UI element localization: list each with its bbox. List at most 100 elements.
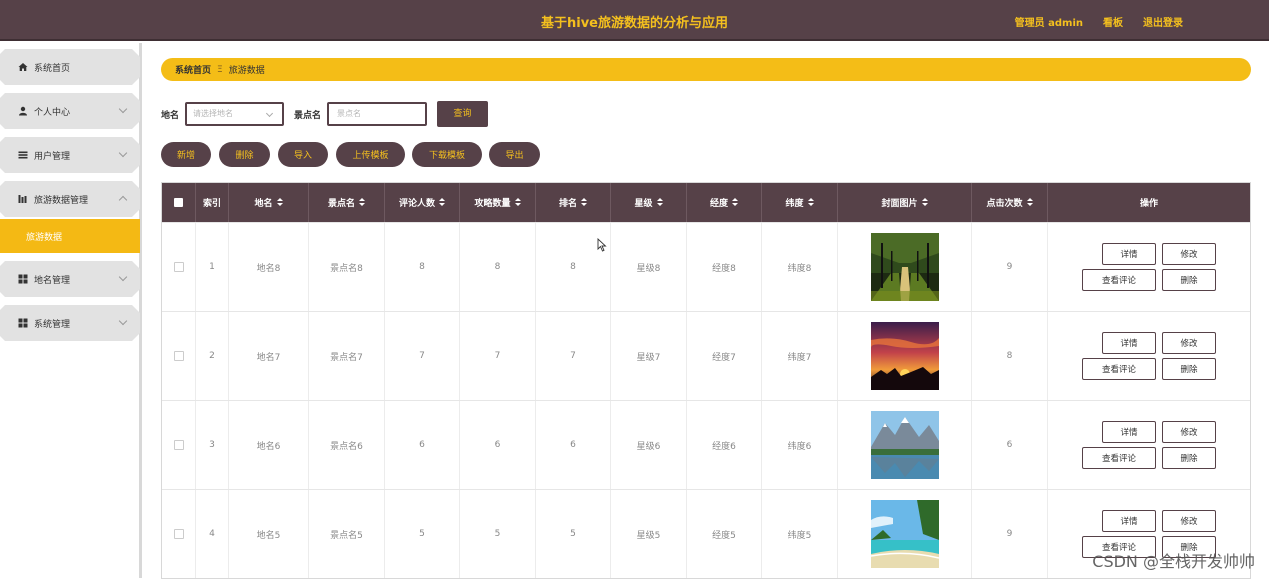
sort-icon[interactable]: [1026, 198, 1033, 207]
sidebar-item-travel-data[interactable]: 旅游数据管理: [0, 181, 140, 217]
cell-lat: 纬度5: [762, 490, 838, 578]
submenu-travel-data[interactable]: 旅游数据: [0, 219, 140, 253]
user-icon: [18, 106, 28, 116]
sort-icon[interactable]: [921, 198, 928, 207]
edit-button[interactable]: 修改: [1162, 510, 1216, 532]
table-row: 2 地名7 景点名7 7 7 7 星级7 经度7 纬度7 8 详情 修改 查看评论 删除: [162, 311, 1250, 400]
cell-image: [838, 223, 972, 311]
cell-ops: 详情 修改 查看评论 删除: [1048, 401, 1250, 489]
row-delete-button[interactable]: 删除: [1162, 447, 1216, 469]
place-select[interactable]: 请选择地名: [185, 102, 285, 126]
col-clicks[interactable]: 点击次数: [972, 183, 1048, 222]
cell-spot: 景点名7: [309, 312, 385, 400]
col-rank[interactable]: 排名: [536, 183, 611, 222]
detail-button[interactable]: 详情: [1102, 421, 1156, 443]
sidebar-item-users[interactable]: 用户管理: [0, 137, 140, 173]
cell-comments: 5: [385, 490, 460, 578]
breadcrumb-home[interactable]: 系统首页: [175, 63, 211, 76]
chevron-down-icon: [118, 316, 128, 326]
detail-button[interactable]: 详情: [1102, 332, 1156, 354]
grid-icon: [18, 274, 28, 284]
sort-icon[interactable]: [439, 198, 445, 207]
logout-link[interactable]: 退出登录: [1143, 14, 1183, 29]
col-spot[interactable]: 景点名: [309, 183, 385, 222]
download-template-button[interactable]: 下载模板: [412, 142, 482, 167]
detail-button[interactable]: 详情: [1102, 243, 1156, 265]
cell-image: [838, 401, 972, 489]
sidebar-item-system[interactable]: 系统管理: [0, 305, 140, 341]
sort-icon[interactable]: [514, 198, 521, 207]
chevron-down-icon: [118, 104, 128, 114]
col-image[interactable]: 封面图片: [838, 183, 972, 222]
cover-image[interactable]: [870, 233, 939, 301]
chevron-down-icon: [118, 272, 128, 282]
cell-place: 地名7: [229, 312, 309, 400]
col-place[interactable]: 地名: [229, 183, 309, 222]
cell-ops: 详情 修改 查看评论 删除: [1048, 223, 1250, 311]
breadcrumb-separator: Ξ: [217, 64, 223, 75]
edit-button[interactable]: 修改: [1162, 421, 1216, 443]
query-button[interactable]: 查询: [437, 101, 489, 127]
col-lng[interactable]: 经度: [687, 183, 762, 222]
cell-guides: 5: [460, 490, 536, 578]
col-comments[interactable]: 评论人数: [385, 183, 460, 222]
table-row: 3 地名6 景点名6 6 6 6 星级6 经度6 纬度6 6 详情 修改 查看评论 删除: [162, 400, 1250, 489]
row-checkbox[interactable]: [173, 440, 184, 450]
cover-image[interactable]: [870, 500, 939, 568]
cover-image[interactable]: [870, 322, 939, 390]
row-checkbox[interactable]: [173, 262, 184, 272]
export-button[interactable]: 导出: [489, 142, 540, 167]
view-comments-button[interactable]: 查看评论: [1082, 358, 1156, 380]
spot-label: 景点名: [294, 110, 322, 121]
sort-icon[interactable]: [581, 198, 587, 207]
select-all-checkbox[interactable]: [174, 198, 183, 207]
view-comments-button[interactable]: 查看评论: [1082, 269, 1156, 291]
edit-button[interactable]: 修改: [1162, 243, 1216, 265]
dashboard-link[interactable]: 看板: [1103, 14, 1123, 29]
add-button[interactable]: 新增: [161, 142, 211, 167]
sort-icon[interactable]: [732, 198, 738, 207]
row-delete-button[interactable]: 删除: [1162, 358, 1216, 380]
list-icon: [18, 150, 28, 160]
row-delete-button[interactable]: 删除: [1162, 269, 1216, 291]
grid-icon: [18, 318, 28, 328]
row-select-cell[interactable]: [162, 401, 196, 489]
col-star[interactable]: 星级: [611, 183, 687, 222]
breadcrumb: 系统首页 Ξ 旅游数据: [161, 58, 1251, 81]
sidebar-item-personal[interactable]: 个人中心: [0, 93, 140, 129]
spot-input[interactable]: 景点名: [327, 102, 428, 126]
col-guides[interactable]: 攻略数量: [460, 183, 536, 222]
row-checkbox[interactable]: [173, 351, 184, 361]
watermark: CSDN @全栈开发帅帅: [1092, 552, 1255, 571]
delete-button[interactable]: 删除: [219, 142, 270, 167]
upload-template-button[interactable]: 上传模板: [336, 142, 405, 167]
top-nav: 管理员 admin 看板 退出登录: [1015, 14, 1183, 29]
table-row: 4 地名5 景点名5 5 5 5 星级5 经度5 纬度5 9 详情 修改 查看评论 删除: [162, 489, 1250, 578]
row-select-cell[interactable]: [162, 490, 196, 578]
mouse-cursor-icon: [597, 238, 607, 252]
chevron-up-icon: [118, 195, 128, 205]
sort-icon[interactable]: [276, 198, 283, 207]
detail-button[interactable]: 详情: [1102, 510, 1156, 532]
edit-button[interactable]: 修改: [1162, 332, 1216, 354]
row-select-cell[interactable]: [162, 312, 196, 400]
cover-image[interactable]: [870, 411, 939, 479]
row-select-cell[interactable]: [162, 223, 196, 311]
cell-lat: 纬度6: [762, 401, 838, 489]
sidebar-item-home[interactable]: 系统首页: [0, 49, 140, 85]
row-checkbox[interactable]: [173, 529, 184, 539]
import-button[interactable]: 导入: [278, 142, 328, 167]
select-all-cell[interactable]: [162, 183, 196, 222]
cell-place: 地名8: [229, 223, 309, 311]
cell-lat: 纬度7: [762, 312, 838, 400]
sidebar-item-label: 个人中心: [34, 107, 71, 118]
view-comments-button[interactable]: 查看评论: [1082, 447, 1156, 469]
sort-icon[interactable]: [807, 198, 814, 207]
sidebar-item-places[interactable]: 地名管理: [0, 261, 140, 297]
data-table: 索引 地名 景点名 评论人数 攻略数量 排名 星级 经度 纬度 封面图片 点击次…: [161, 182, 1251, 579]
sort-icon[interactable]: [359, 198, 365, 207]
cell-rank: 5: [536, 490, 611, 578]
admin-user-link[interactable]: 管理员 admin: [1015, 14, 1083, 29]
col-lat[interactable]: 纬度: [762, 183, 838, 222]
sort-icon[interactable]: [656, 198, 663, 207]
